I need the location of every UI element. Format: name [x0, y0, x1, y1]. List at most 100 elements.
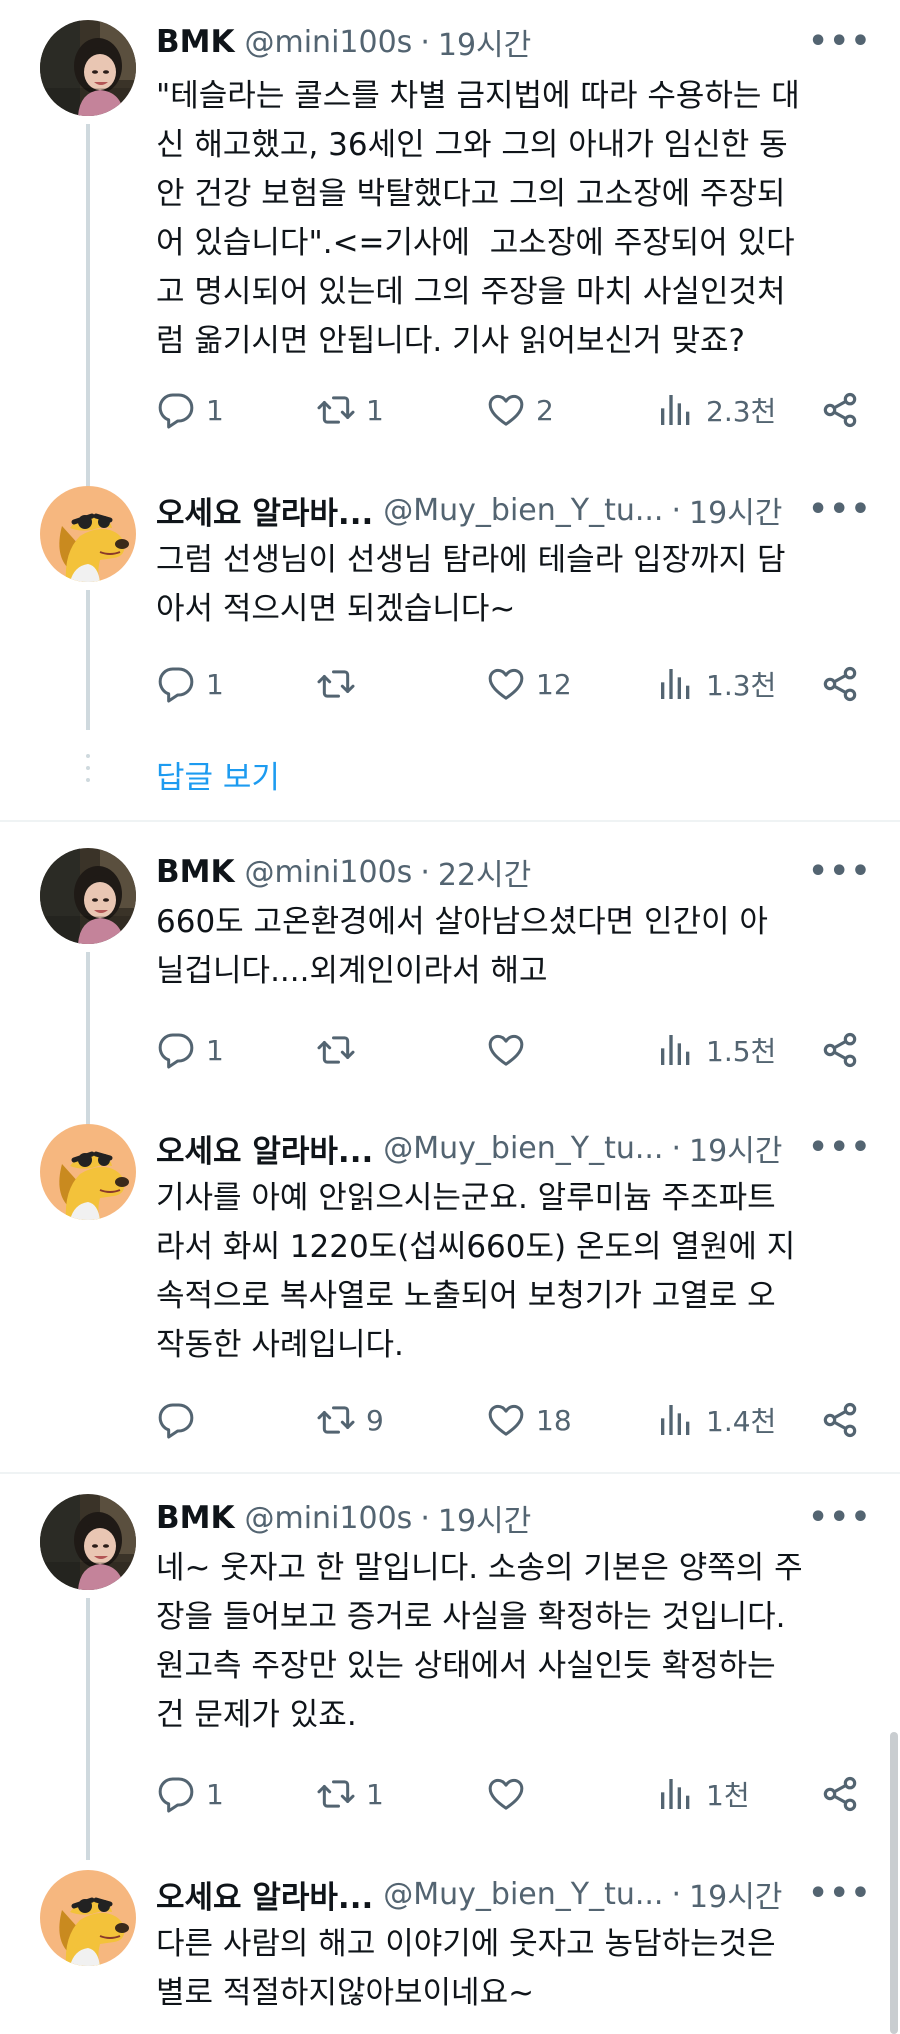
retweet-button[interactable]: [316, 662, 366, 706]
more-options-icon[interactable]: •••: [808, 24, 872, 59]
retweet-button[interactable]: 1: [316, 1772, 384, 1816]
reply-icon: [156, 1400, 196, 1440]
separator: ·: [420, 1500, 430, 1536]
like-count: 2: [536, 393, 554, 427]
share-button[interactable]: [820, 1398, 860, 1442]
dog-cartoon-avatar: [40, 1870, 136, 1966]
separator: ·: [420, 24, 430, 60]
tweet-text: 660도 고온환경에서 살아남으셨다면 인간이 아 닐겁니다....외계인이라서…: [156, 904, 768, 989]
share-icon: [820, 1400, 860, 1440]
avatar[interactable]: [40, 20, 136, 116]
like-button[interactable]: 2: [486, 388, 554, 432]
dog-cartoon-avatar: [40, 1124, 136, 1220]
girl-photo-avatar: [40, 20, 136, 116]
timestamp[interactable]: 19시간: [689, 1872, 782, 1916]
share-button[interactable]: [820, 388, 860, 432]
like-button[interactable]: [486, 1028, 536, 1072]
avatar[interactable]: [40, 1124, 136, 1220]
display-name[interactable]: 오세요 알라바...: [156, 1872, 373, 1917]
tweet[interactable]: BMK @mini100s · 19시간 ••• 네~ 웃자고 한 말입니다. …: [0, 1474, 900, 1874]
retweet-icon: [316, 390, 356, 430]
tweet[interactable]: BMK @mini100s · 22시간 ••• 660도 고온환경에서 살아남…: [0, 822, 900, 1127]
heart-icon: [486, 1030, 526, 1070]
avatar[interactable]: [40, 1870, 136, 1966]
timestamp[interactable]: 19시간: [689, 488, 782, 532]
more-options-icon[interactable]: •••: [808, 854, 872, 889]
retweet-icon: [316, 664, 356, 704]
reply-button[interactable]: 1: [156, 1772, 224, 1816]
avatar[interactable]: [40, 486, 136, 582]
separator: ·: [420, 854, 430, 890]
more-options-icon[interactable]: •••: [808, 1876, 872, 1911]
share-icon: [820, 664, 860, 704]
separator: ·: [671, 1876, 682, 1912]
dog-cartoon-avatar: [40, 486, 136, 582]
like-button[interactable]: [486, 1772, 536, 1816]
separator: ·: [671, 492, 682, 528]
retweet-button[interactable]: 9: [316, 1398, 384, 1442]
more-options-icon[interactable]: •••: [808, 1500, 872, 1535]
share-button[interactable]: [820, 662, 860, 706]
tweet[interactable]: 오세요 알라바... @Muy_bien_Y_tu... · 19시간 ••• …: [0, 1862, 900, 2034]
display-name[interactable]: BMK: [156, 1500, 235, 1536]
retweet-count: 1: [366, 393, 384, 427]
share-button[interactable]: [820, 1028, 860, 1072]
display-name[interactable]: 오세요 알라바...: [156, 1126, 373, 1171]
handle[interactable]: @Muy_bien_Y_tu...: [383, 1131, 663, 1166]
handle[interactable]: @mini100s: [245, 855, 413, 890]
views-button[interactable]: 1천: [656, 1772, 750, 1816]
reply-icon: [156, 390, 196, 430]
handle[interactable]: @mini100s: [245, 1501, 413, 1536]
reply-button[interactable]: [156, 1398, 206, 1442]
timestamp[interactable]: 19시간: [438, 1496, 531, 1540]
thread-line: [86, 1598, 90, 1860]
retweet-button[interactable]: [316, 1028, 366, 1072]
tweet-actions: 1 1.5천: [156, 1028, 866, 1072]
views-button[interactable]: 1.5천: [656, 1028, 776, 1072]
like-button[interactable]: 12: [486, 662, 572, 706]
bar-chart-icon: [656, 1400, 696, 1440]
more-options-icon[interactable]: •••: [808, 492, 872, 527]
share-icon: [820, 390, 860, 430]
view-count: 2.3천: [706, 395, 777, 428]
tweet[interactable]: 오세요 알라바... @Muy_bien_Y_tu... · 19시간 ••• …: [0, 480, 900, 740]
handle[interactable]: @Muy_bien_Y_tu...: [383, 1877, 663, 1912]
reply-button[interactable]: 1: [156, 662, 224, 706]
retweet-icon: [316, 1030, 356, 1070]
timestamp[interactable]: 19시간: [438, 20, 531, 64]
reply-button[interactable]: 1: [156, 388, 224, 432]
view-count: 1천: [706, 1779, 750, 1812]
views-button[interactable]: 1.3천: [656, 662, 776, 706]
handle[interactable]: @Muy_bien_Y_tu...: [383, 493, 663, 528]
timestamp[interactable]: 22시간: [438, 850, 531, 894]
girl-photo-avatar: [40, 848, 136, 944]
timestamp[interactable]: 19시간: [689, 1126, 782, 1170]
handle[interactable]: @mini100s: [245, 25, 413, 60]
tweet-actions: 1 1 2 2.3천: [156, 388, 866, 432]
display-name[interactable]: BMK: [156, 854, 235, 890]
scrollbar[interactable]: [890, 1732, 898, 2034]
avatar[interactable]: [40, 1494, 136, 1590]
views-button[interactable]: 2.3천: [656, 388, 776, 432]
tweet-actions: 1 12 1.3천: [156, 662, 866, 706]
reply-count: 1: [206, 1777, 224, 1811]
retweet-icon: [316, 1774, 356, 1814]
views-button[interactable]: 1.4천: [656, 1398, 776, 1442]
display-name[interactable]: 오세요 알라바...: [156, 488, 373, 533]
tweet-text: 그럼 선생님이 선생님 탐라에 테슬라 입장까지 담 아서 적으시면 되겠습니다…: [156, 542, 786, 627]
more-options-icon[interactable]: •••: [808, 1130, 872, 1165]
reply-button[interactable]: 1: [156, 1028, 224, 1072]
display-name[interactable]: BMK: [156, 24, 235, 60]
thread-line: [86, 590, 90, 730]
bar-chart-icon: [656, 664, 696, 704]
tweet[interactable]: 오세요 알라바... @Muy_bien_Y_tu... · 19시간 ••• …: [0, 1110, 900, 1470]
show-replies-link[interactable]: 답글 보기: [156, 752, 280, 797]
tweet[interactable]: BMK @mini100s · 19시간 ••• "테슬라는 콜스를 차별 금지…: [0, 0, 900, 490]
retweet-button[interactable]: 1: [316, 388, 384, 432]
heart-icon: [486, 664, 526, 704]
retweet-count: 9: [366, 1403, 384, 1437]
avatar[interactable]: [40, 848, 136, 944]
tweet-header: BMK @mini100s · 19시간 •••: [156, 1496, 872, 1540]
share-button[interactable]: [820, 1772, 860, 1816]
like-button[interactable]: 18: [486, 1398, 572, 1442]
